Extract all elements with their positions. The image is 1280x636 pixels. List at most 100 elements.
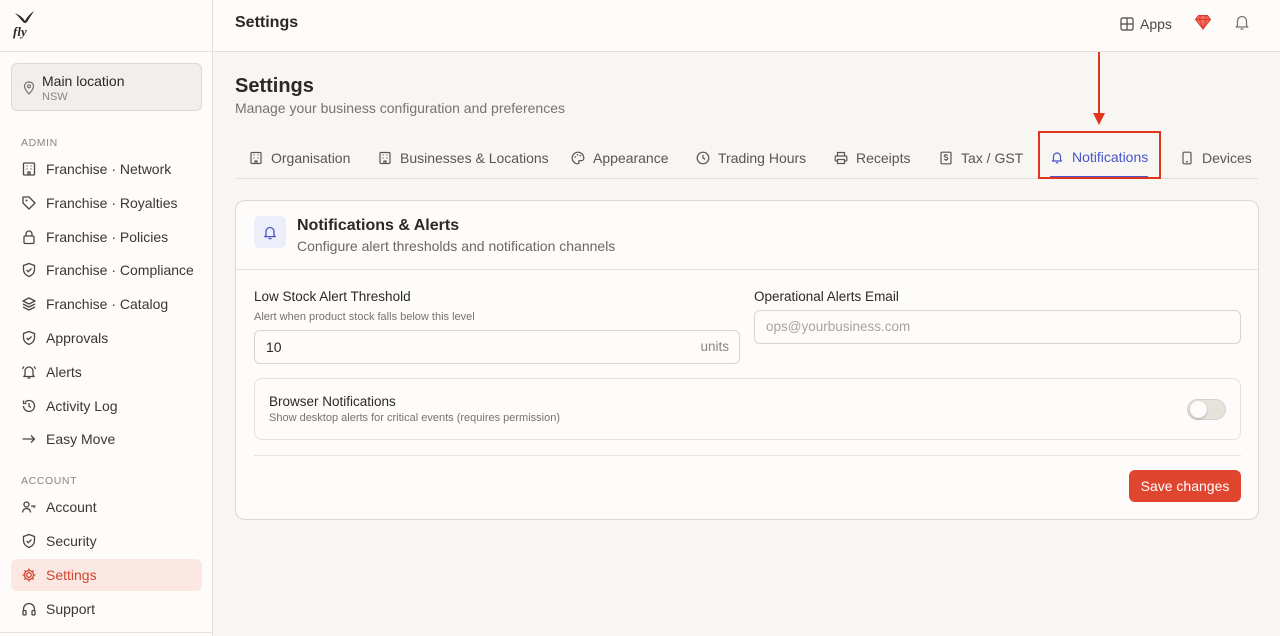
- location-selector[interactable]: Main location NSW: [11, 63, 202, 111]
- tab-trading-hours[interactable]: Trading Hours: [696, 138, 806, 178]
- save-changes-button[interactable]: Save changes: [1129, 470, 1241, 502]
- card-subtitle: Configure alert thresholds and notificat…: [297, 238, 616, 254]
- alerts-email-label: Operational Alerts Email: [754, 289, 899, 304]
- sidebar-item-franchise-policies[interactable]: Franchise · Policies: [11, 221, 202, 253]
- sidebar-item-alerts[interactable]: Alerts: [11, 356, 202, 388]
- annotation-highlight-box: [1038, 131, 1161, 179]
- browser-notifications-label: Browser Notifications: [269, 394, 396, 409]
- card-title: Notifications & Alerts: [297, 217, 460, 234]
- tab-label: Devices: [1202, 150, 1252, 166]
- shield-icon: [22, 533, 36, 549]
- sidebar-item-franchise-royalties[interactable]: Franchise · Royalties: [11, 187, 202, 219]
- input-value: 10: [266, 339, 282, 355]
- sidebar-item-label: Support: [46, 601, 96, 617]
- bell-icon[interactable]: [1233, 13, 1251, 31]
- low-stock-help: Alert when product stock falls below thi…: [254, 311, 475, 323]
- sidebar-item-label: Franchise · Compliance: [46, 262, 194, 278]
- section-label-account: ACCOUNT: [21, 475, 78, 487]
- sidebar-item-label: Franchise · Royalties: [46, 195, 178, 211]
- tag-icon: [22, 196, 36, 210]
- tab-label: Appearance: [593, 150, 669, 166]
- sidebar-item-support[interactable]: Support: [11, 593, 202, 625]
- sidebar-item-label: Settings: [46, 567, 97, 583]
- annotation-arrow-line: [1098, 52, 1100, 116]
- section-label-admin: ADMIN: [21, 137, 58, 149]
- fly-logo[interactable]: fly: [12, 8, 38, 40]
- card-icon: [254, 216, 286, 248]
- low-stock-label: Low Stock Alert Threshold: [254, 289, 411, 304]
- page-title: Settings: [235, 75, 314, 97]
- svg-text:fly: fly: [13, 24, 27, 39]
- tab-devices[interactable]: Devices: [1180, 138, 1252, 178]
- sidebar-item-label: Account: [46, 499, 97, 515]
- layers-icon: [22, 297, 36, 311]
- browser-notifications-help: Show desktop alerts for critical events …: [269, 412, 561, 424]
- tab-label: Trading Hours: [718, 150, 807, 166]
- browser-notifications-row: Browser Notifications Show desktop alert…: [254, 378, 1241, 440]
- sidebar-item-label: Approvals: [46, 330, 109, 346]
- divider: [0, 51, 213, 52]
- sidebar-item-label: Franchise · Catalog: [46, 296, 169, 312]
- notifications-card: Notifications & Alerts Configure alert t…: [235, 200, 1259, 520]
- bell-ring-icon: [21, 365, 37, 379]
- divider: [254, 455, 1241, 456]
- sidebar-item-account[interactable]: Account: [11, 491, 202, 523]
- sidebar-item-security[interactable]: Security: [11, 525, 202, 557]
- sidebar-item-label: Alerts: [46, 364, 82, 380]
- divider: [236, 269, 1258, 270]
- tab-businesses-locations[interactable]: Businesses & Locations: [378, 138, 549, 178]
- history-icon: [22, 399, 36, 413]
- input-placeholder: ops@yourbusiness.com: [766, 319, 911, 334]
- building-icon: [250, 151, 262, 165]
- map-pin-icon: [23, 81, 35, 95]
- sidebar-item-activity-log[interactable]: Activity Log: [11, 390, 202, 422]
- bell-icon: [264, 226, 276, 240]
- shield-check-icon: [22, 330, 36, 346]
- clock-icon: [696, 151, 710, 165]
- divider: [0, 632, 213, 633]
- sidebar-item-label: Easy Move: [46, 431, 116, 447]
- grid-icon: [1120, 17, 1134, 31]
- sidebar-item-settings[interactable]: Settings: [11, 559, 202, 591]
- arrow-right-icon: [22, 435, 36, 443]
- sidebar-item-label: Franchise · Network: [46, 161, 172, 177]
- tab-label: Organisation: [271, 150, 351, 166]
- sidebar-item-franchise-network[interactable]: Franchise · Network: [11, 153, 202, 185]
- location-region: NSW: [42, 91, 68, 103]
- tab-tax-gst[interactable]: Tax / GST: [939, 138, 1023, 178]
- topbar-title: Settings: [235, 14, 299, 31]
- gear-icon: [22, 568, 36, 582]
- sidebar-item-label: Security: [46, 533, 97, 549]
- topbar: Settings Apps: [213, 0, 1280, 52]
- gem-icon[interactable]: [1194, 13, 1212, 31]
- sidebar-item-approvals[interactable]: Approvals: [11, 322, 202, 354]
- low-stock-threshold-input[interactable]: 10 units: [254, 330, 740, 364]
- input-suffix: units: [700, 339, 729, 354]
- page-subtitle: Manage your business configuration and p…: [235, 100, 565, 116]
- palette-icon: [571, 151, 585, 165]
- alerts-email-input[interactable]: ops@yourbusiness.com: [754, 310, 1241, 344]
- apps-button[interactable]: Apps: [1120, 12, 1172, 36]
- sidebar-item-label: Activity Log: [46, 398, 118, 414]
- apps-label: Apps: [1140, 16, 1172, 32]
- tablet-icon: [1182, 151, 1192, 165]
- tab-organisation[interactable]: Organisation: [249, 138, 350, 178]
- annotation-arrow-head: [1093, 113, 1105, 125]
- lock-icon: [23, 230, 35, 245]
- sidebar-item-franchise-compliance[interactable]: Franchise · Compliance: [11, 254, 202, 286]
- building-icon: [379, 151, 391, 165]
- browser-notifications-toggle[interactable]: [1187, 399, 1226, 420]
- headphones-icon: [22, 602, 36, 616]
- sidebar: fly Main location NSW ADMIN Franchise · …: [0, 0, 213, 636]
- dollar-receipt-icon: [940, 151, 952, 165]
- tab-label: Tax / GST: [961, 150, 1024, 166]
- tab-appearance[interactable]: Appearance: [571, 138, 669, 178]
- tab-label: Businesses & Locations: [400, 150, 549, 166]
- printer-icon: [834, 151, 848, 165]
- sidebar-item-franchise-catalog[interactable]: Franchise · Catalog: [11, 288, 202, 320]
- shield-check-icon: [22, 262, 36, 278]
- toggle-knob: [1190, 401, 1207, 418]
- tab-receipts[interactable]: Receipts: [834, 138, 910, 178]
- sidebar-item-label: Franchise · Policies: [46, 229, 169, 245]
- sidebar-item-easy-move[interactable]: Easy Move: [11, 423, 202, 455]
